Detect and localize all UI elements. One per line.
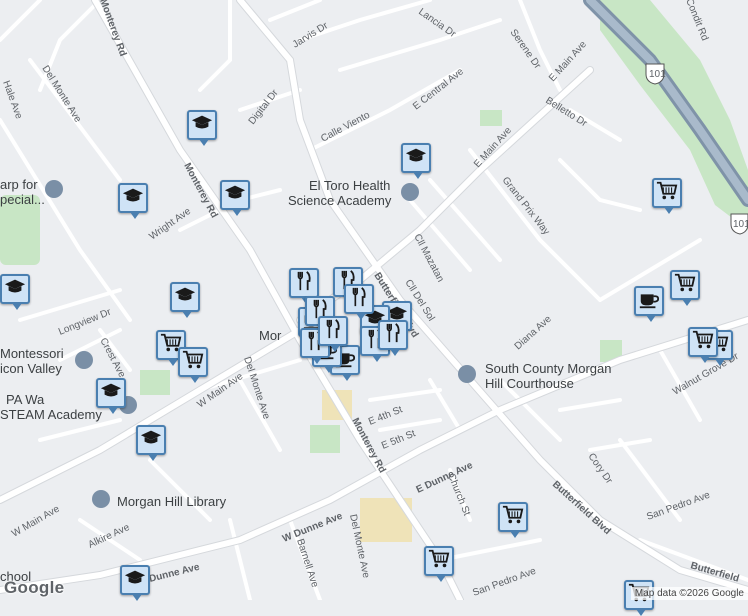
cafe-marker[interactable] <box>634 286 664 322</box>
hwy-101-label: 101 <box>649 69 666 80</box>
restaurant-marker[interactable] <box>378 320 408 356</box>
fork-knife-icon <box>382 322 404 349</box>
poi-label-el-toro: El Toro Health <box>309 178 390 193</box>
graduation-cap-icon <box>224 182 246 209</box>
school-poi-dot <box>401 183 419 201</box>
graduation-cap-icon <box>191 112 213 139</box>
map-canvas[interactable]: 101 101 Monterey Rd Monterey Rd Monterey… <box>0 0 748 616</box>
poi-label-library: Morgan Hill Library <box>117 494 227 509</box>
park-small-2 <box>310 425 340 453</box>
graduation-cap-icon <box>122 185 144 212</box>
fork-knife-icon <box>293 270 315 297</box>
graduation-cap-icon <box>124 567 146 594</box>
poi-label-steam: STEAM Academy <box>0 407 102 422</box>
school-marker[interactable] <box>120 565 150 601</box>
library-poi-dot <box>92 490 110 508</box>
courthouse-poi-dot <box>458 365 476 383</box>
school-marker[interactable] <box>220 180 250 216</box>
shopping-cart-icon <box>656 180 678 207</box>
poi-label-pa-walden: PA Wa <box>6 392 45 407</box>
shopping-cart-icon <box>674 272 696 299</box>
school-marker[interactable] <box>96 378 126 414</box>
poi-label-el-toro: Science Academy <box>288 193 392 208</box>
hwy-101-edge-label: 101 <box>733 219 748 230</box>
montessori-poi-dot <box>75 351 93 369</box>
park-small-1 <box>140 370 170 395</box>
school-marker[interactable] <box>401 143 431 179</box>
graduation-cap-icon <box>174 284 196 311</box>
restaurant-marker[interactable] <box>289 268 319 304</box>
harp-poi-dot <box>45 180 63 198</box>
grocery-marker[interactable] <box>178 347 208 383</box>
grocery-marker[interactable] <box>498 502 528 538</box>
fork-knife-icon <box>348 286 370 313</box>
coffee-cup-icon <box>638 288 660 315</box>
graduation-cap-icon <box>140 427 162 454</box>
school-marker[interactable] <box>0 274 30 310</box>
poi-label-harp: pecial... <box>0 192 45 207</box>
graduation-cap-icon <box>405 145 427 172</box>
restaurant-marker[interactable] <box>344 284 374 320</box>
shopping-cart-icon <box>502 504 524 531</box>
shopping-cart-icon <box>428 548 450 575</box>
poi-label-morgan-hill: Mor <box>259 328 282 343</box>
map-attribution: Map data ©2026 Google <box>630 587 748 600</box>
poi-label-montessori: Montessori <box>0 346 64 361</box>
park-small-3 <box>480 110 502 126</box>
school-marker[interactable] <box>118 183 148 219</box>
google-logo: Google <box>4 578 65 597</box>
school-marker[interactable] <box>136 425 166 461</box>
graduation-cap-icon <box>4 276 26 303</box>
grocery-marker[interactable] <box>652 178 682 214</box>
school-marker[interactable] <box>170 282 200 318</box>
grocery-marker[interactable] <box>688 327 718 363</box>
shopping-cart-icon <box>182 349 204 376</box>
graduation-cap-icon <box>100 380 122 407</box>
hwy-101-shield-edge: 101 <box>730 213 748 235</box>
poi-label-montessori: icon Valley <box>0 361 62 376</box>
poi-label-courthouse: Hill Courthouse <box>485 376 574 391</box>
restaurant-marker[interactable] <box>318 316 348 352</box>
grocery-marker[interactable] <box>424 546 454 582</box>
shopping-cart-icon <box>692 329 714 356</box>
poi-label-courthouse: South County Morgan <box>485 361 611 376</box>
fork-knife-icon <box>322 318 344 345</box>
school-marker[interactable] <box>187 110 217 146</box>
poi-label-harp: arp for <box>0 177 38 192</box>
grocery-marker[interactable] <box>670 270 700 306</box>
